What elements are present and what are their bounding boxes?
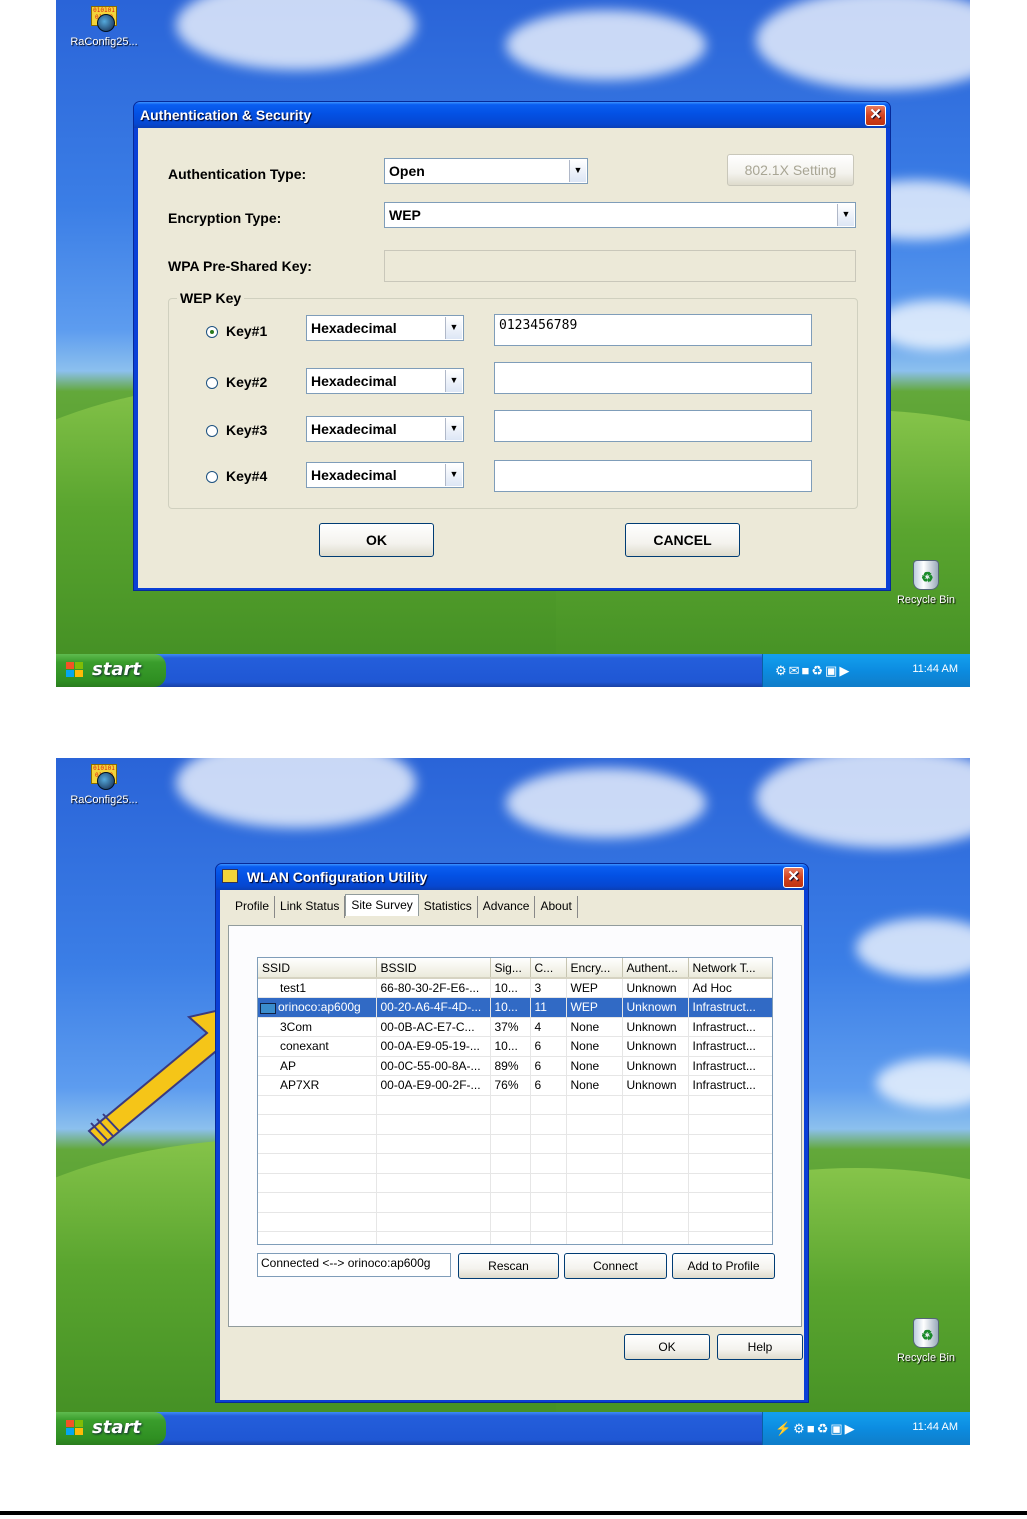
close-icon[interactable]: ✕ [783, 867, 804, 888]
connected-network-icon [260, 1002, 276, 1014]
col-network-type[interactable]: Network T... [688, 958, 772, 979]
col-encryption[interactable]: Encry... [566, 958, 623, 979]
key1-field[interactable]: 0123456789 [494, 314, 812, 346]
key3-format-select[interactable]: Hexadecimal ▼ [306, 416, 464, 442]
key3-label: Key#3 [226, 422, 268, 438]
key1-label: Key#1 [226, 323, 268, 339]
key3-radio[interactable] [206, 425, 218, 437]
col-signal[interactable]: Sig... [490, 958, 531, 979]
empty-row [258, 1114, 772, 1135]
system-tray: ⚙✉■♻▣▶ 11:44 AM [762, 654, 970, 687]
recycle-bin-icon[interactable]: ♻ Recycle Bin [888, 560, 964, 606]
auth-dialog-titlebar[interactable]: Authentication & Security ✕ [134, 102, 890, 128]
clock: 11:44 AM [912, 1421, 958, 1433]
chevron-down-icon: ▼ [445, 317, 462, 339]
windows-logo-icon [66, 662, 84, 678]
8021x-setting-button[interactable]: 802.1X Setting [727, 154, 854, 186]
col-authentication[interactable]: Authent... [622, 958, 689, 979]
raconfig-desktop-icon[interactable]: 010101 01010 1010 RaConfig25... [60, 2, 148, 48]
add-to-profile-button[interactable]: Add to Profile [672, 1253, 775, 1279]
table-row-selected[interactable]: orinoco:ap600g 00-20-A6-4F-4D-... 10... … [258, 997, 772, 1018]
start-button[interactable]: start [56, 1412, 166, 1445]
site-survey-list[interactable]: SSID BSSID Sig... C... Encry... Authent.… [257, 957, 773, 1245]
close-icon[interactable]: ✕ [865, 105, 886, 126]
help-button[interactable]: Help [717, 1334, 803, 1360]
auth-dialog-body: Authentication Type: Open ▼ 802.1X Setti… [138, 128, 886, 588]
app-icon [222, 869, 238, 884]
taskbar: start ⚡⚙■♻▣▶ 11:44 AM [56, 1412, 970, 1445]
connect-button[interactable]: Connect [564, 1253, 667, 1279]
tab-site-survey[interactable]: Site Survey [345, 894, 419, 916]
wlan-titlebar[interactable]: WLAN Configuration Utility ✕ [216, 864, 808, 890]
empty-row [258, 1192, 772, 1213]
key2-format-select[interactable]: Hexadecimal ▼ [306, 368, 464, 394]
key3-field[interactable] [494, 410, 812, 442]
chevron-down-icon: ▼ [569, 160, 586, 182]
tray-icons[interactable]: ⚡⚙■♻▣▶ [775, 1421, 857, 1437]
key4-radio[interactable] [206, 471, 218, 483]
clock: 11:44 AM [912, 663, 958, 675]
key4-label: Key#4 [226, 468, 268, 484]
empty-row [258, 1095, 772, 1115]
windows-logo-icon [66, 1420, 84, 1436]
key1-format-select[interactable]: Hexadecimal ▼ [306, 315, 464, 341]
wpa-psk-field[interactable] [384, 250, 856, 282]
raconfig-icon: 010101 01010 1010 [89, 760, 119, 794]
table-row[interactable]: AP 00-0C-55-00-8A-... 89% 6 None Unknown… [258, 1056, 772, 1076]
table-row[interactable]: test1 66-80-30-2F-E6-... 10... 3 WEP Unk… [258, 978, 772, 998]
wep-key-group: WEP Key Key#1 Hexadecimal ▼ 0123456789 K… [168, 290, 858, 509]
desktop-bottom: 010101 01010 1010 RaConfig25... ♻ Recycl… [56, 758, 970, 1445]
tab-link-status[interactable]: Link Status [275, 896, 346, 918]
cancel-button[interactable]: CANCEL [625, 523, 740, 557]
wpa-psk-label: WPA Pre-Shared Key: [168, 258, 312, 274]
wlan-utility-window: WLAN Configuration Utility ✕ Profile Lin… [215, 863, 809, 1403]
rescan-button[interactable]: Rescan [458, 1253, 559, 1279]
key4-field[interactable] [494, 460, 812, 492]
encryption-type-label: Encryption Type: [168, 210, 282, 226]
page-bottom-rule [0, 1511, 1027, 1515]
auth-type-select[interactable]: Open ▼ [384, 158, 588, 184]
col-channel[interactable]: C... [530, 958, 567, 979]
tab-profile[interactable]: Profile [230, 896, 276, 918]
chevron-down-icon: ▼ [445, 370, 462, 392]
key2-label: Key#2 [226, 374, 268, 390]
tab-about[interactable]: About [535, 896, 578, 918]
table-row[interactable]: 3Com 00-0B-AC-E7-C... 37% 4 None Unknown… [258, 1017, 772, 1037]
encryption-type-select[interactable]: WEP ▼ [384, 202, 856, 228]
table-row[interactable]: conexant 00-0A-E9-05-19-... 10... 6 None… [258, 1036, 772, 1057]
table-row[interactable]: AP7XR 00-0A-E9-00-2F-... 76% 6 None Unkn… [258, 1075, 772, 1096]
ok-button[interactable]: OK [319, 523, 434, 557]
taskbar: start ⚙✉■♻▣▶ 11:44 AM [56, 654, 970, 687]
connection-status: Connected <--> orinoco:ap600g [257, 1253, 451, 1277]
start-button[interactable]: start [56, 654, 166, 687]
tray-icons[interactable]: ⚙✉■♻▣▶ [775, 663, 851, 679]
ok-button[interactable]: OK [624, 1334, 710, 1360]
key2-radio[interactable] [206, 377, 218, 389]
key2-field[interactable] [494, 362, 812, 394]
tab-bar: Profile Link Status Site Survey Statisti… [230, 894, 578, 918]
site-survey-panel: SSID BSSID Sig... C... Encry... Authent.… [228, 925, 802, 1327]
empty-row [258, 1212, 772, 1232]
raconfig-icon: 010101 01010 1010 [89, 2, 119, 36]
system-tray: ⚡⚙■♻▣▶ 11:44 AM [762, 1412, 970, 1445]
chevron-down-icon: ▼ [837, 204, 854, 226]
chevron-down-icon: ▼ [445, 418, 462, 440]
empty-row [258, 1134, 772, 1154]
key1-radio[interactable] [206, 326, 218, 338]
auth-type-label: Authentication Type: [168, 166, 307, 182]
col-ssid[interactable]: SSID [258, 958, 377, 979]
key4-format-select[interactable]: Hexadecimal ▼ [306, 462, 464, 488]
wlan-body: Profile Link Status Site Survey Statisti… [220, 890, 804, 1400]
desktop-top: 010101 01010 1010 RaConfig25... ♻ Recycl… [56, 0, 970, 687]
empty-row [258, 1173, 772, 1193]
empty-row [258, 1231, 772, 1244]
auth-security-dialog: Authentication & Security ✕ Authenticati… [133, 101, 891, 591]
tab-statistics[interactable]: Statistics [419, 896, 478, 918]
raconfig-desktop-icon[interactable]: 010101 01010 1010 RaConfig25... [60, 760, 148, 806]
chevron-down-icon: ▼ [445, 464, 462, 486]
empty-row [258, 1153, 772, 1174]
col-bssid[interactable]: BSSID [376, 958, 491, 979]
recycle-bin-icon[interactable]: ♻ Recycle Bin [888, 1318, 964, 1364]
tab-advance[interactable]: Advance [478, 896, 536, 918]
